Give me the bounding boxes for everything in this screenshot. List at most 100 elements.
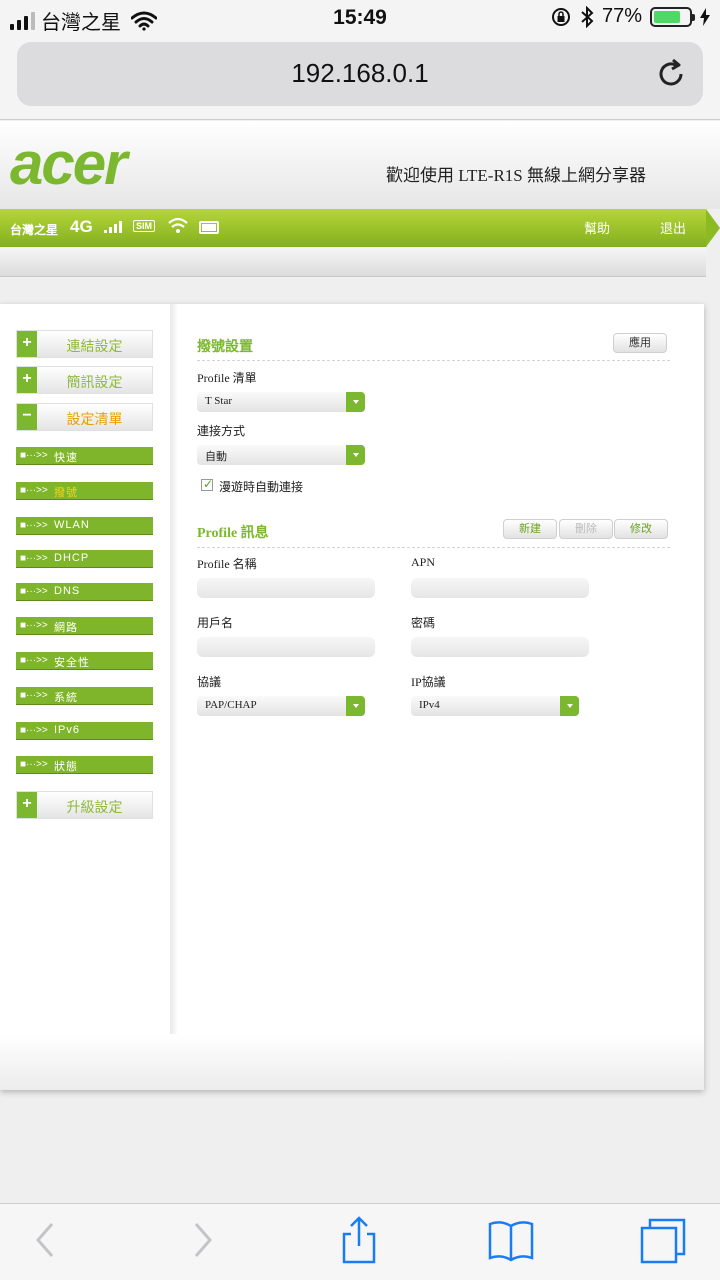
- submenu-arrow: ■···>>: [20, 620, 48, 631]
- profile-list-label: Profile 清單: [197, 371, 257, 385]
- profile-list-select[interactable]: T Star: [197, 392, 365, 412]
- profile-name-input[interactable]: [197, 578, 375, 598]
- submenu-wlan[interactable]: ■···>> WLAN: [16, 517, 153, 535]
- battery-icon: [650, 6, 695, 27]
- profile-name-label: Profile 名稱: [197, 557, 257, 571]
- profile-info-title: Profile 訊息: [197, 526, 269, 541]
- back-icon[interactable]: [32, 1218, 58, 1262]
- submenu-arrow: ■···>>: [20, 450, 48, 461]
- reload-icon[interactable]: [655, 57, 689, 91]
- tabs-icon[interactable]: [638, 1216, 688, 1266]
- submenu-label: DNS: [54, 585, 81, 597]
- submenu-label: 安全性: [54, 657, 90, 669]
- select-value: IPv4: [419, 699, 440, 711]
- expand-icon: +: [17, 792, 37, 818]
- ip-protocol-select[interactable]: IPv4: [411, 696, 579, 716]
- expand-icon: +: [17, 331, 37, 357]
- menu-connection-settings[interactable]: + 連結設定: [16, 330, 153, 358]
- roaming-label: 漫遊時自動連接: [219, 480, 304, 494]
- select-value: T Star: [205, 395, 232, 407]
- bookmarks-icon[interactable]: [486, 1218, 536, 1262]
- status-right: 77%: [550, 5, 710, 28]
- password-input[interactable]: [411, 637, 589, 657]
- apn-label: APN: [411, 555, 436, 569]
- username-label: 用戶名: [197, 616, 234, 630]
- router-header: acer 歡迎使用 LTE-R1S 無線上網分享器: [0, 121, 720, 209]
- protocol-label: 協議: [197, 675, 222, 689]
- select-value: 自動: [205, 451, 227, 463]
- url-text[interactable]: 192.168.0.1: [17, 58, 703, 89]
- submenu-ipv6[interactable]: ■···>> IPv6: [16, 722, 153, 740]
- connect-mode-select[interactable]: 自動: [197, 445, 365, 465]
- submenu-label: 快速: [54, 452, 78, 464]
- submenu-label: IPv6: [54, 724, 81, 736]
- select-value: PAP/CHAP: [205, 699, 257, 711]
- submenu-dial[interactable]: ■···>> 撥號: [16, 482, 153, 500]
- modify-button[interactable]: 修改: [614, 519, 668, 539]
- submenu-dns[interactable]: ■···>> DNS: [16, 583, 153, 601]
- router-battery-icon: [199, 221, 219, 234]
- router-signal-icon: [104, 221, 122, 233]
- green-bar-arrow: [706, 209, 720, 247]
- submenu-quick[interactable]: ■···>> 快速: [16, 447, 153, 465]
- menu-label: 升級設定: [66, 799, 123, 815]
- share-icon[interactable]: [339, 1214, 379, 1266]
- collapse-icon: −: [17, 404, 37, 430]
- protocol-select[interactable]: PAP/CHAP: [197, 696, 365, 716]
- delete-button[interactable]: 刪除: [559, 519, 613, 539]
- menu-label: 設定清單: [66, 411, 123, 427]
- submenu-label: 狀態: [54, 761, 78, 773]
- connect-mode-label: 連接方式: [197, 424, 246, 438]
- submenu-arrow: ■···>>: [20, 553, 48, 564]
- submenu-arrow: ■···>>: [20, 759, 48, 770]
- menu-label: 簡訊設定: [66, 374, 123, 390]
- chevron-down-icon: [346, 696, 365, 716]
- roaming-checkbox[interactable]: [201, 477, 213, 491]
- menu-sms-settings[interactable]: + 簡訊設定: [16, 366, 153, 394]
- router-subheader: [0, 247, 706, 277]
- new-button[interactable]: 新建: [503, 519, 557, 539]
- submenu-label: DHCP: [54, 552, 90, 564]
- rotation-lock-icon: [551, 7, 570, 26]
- submenu-dhcp[interactable]: ■···>> DHCP: [16, 550, 153, 568]
- submenu-network[interactable]: ■···>> 網路: [16, 617, 153, 635]
- charging-bolt-icon: [700, 7, 710, 26]
- chevron-down-icon: [560, 696, 579, 716]
- submenu-arrow: ■···>>: [20, 690, 48, 701]
- submenu-label: WLAN: [54, 519, 90, 531]
- expand-icon: +: [17, 367, 37, 393]
- password-label: 密碼: [411, 616, 436, 630]
- safari-address-area: 192.168.0.1: [0, 38, 720, 120]
- submenu-arrow: ■···>>: [20, 655, 48, 666]
- submenu-security[interactable]: ■···>> 安全性: [16, 652, 153, 670]
- username-input[interactable]: [197, 637, 375, 657]
- menu-upgrade-settings[interactable]: + 升級設定: [16, 791, 153, 819]
- menu-settings-list[interactable]: − 設定清單: [16, 403, 153, 431]
- router-carrier: 台灣之星: [10, 223, 59, 237]
- submenu-label: 網路: [54, 622, 78, 634]
- help-link[interactable]: 幫助: [584, 218, 610, 237]
- submenu-status[interactable]: ■···>> 狀態: [16, 756, 153, 774]
- sidebar-divider: [170, 304, 178, 1044]
- submenu-arrow: ■···>>: [20, 520, 48, 531]
- panel-footer: [0, 1034, 704, 1090]
- router-status-bar: 台灣之星 4G SIM 幫助 退出: [0, 209, 706, 247]
- submenu-system[interactable]: ■···>> 系統: [16, 687, 153, 705]
- chevron-down-icon: [346, 392, 365, 412]
- forward-icon[interactable]: [190, 1218, 216, 1262]
- safari-toolbar: [0, 1203, 720, 1280]
- submenu-arrow: ■···>>: [20, 485, 48, 496]
- main-panel: + 連結設定 + 簡訊設定 − 設定清單 ■···>> 快速 ■···>> 撥號…: [0, 304, 704, 1090]
- divider: [197, 360, 670, 361]
- sim-icon: SIM: [133, 220, 156, 232]
- battery-percent: 77%: [601, 5, 642, 27]
- apn-input[interactable]: [411, 578, 589, 598]
- logout-link[interactable]: 退出: [660, 218, 686, 237]
- submenu-arrow: ■···>>: [20, 725, 48, 736]
- ip-protocol-label: IP協議: [411, 675, 446, 689]
- divider: [197, 547, 670, 548]
- address-bar[interactable]: 192.168.0.1: [17, 42, 703, 106]
- network-type: 4G: [70, 217, 93, 236]
- apply-button[interactable]: 應用: [613, 333, 667, 353]
- acer-logo: acer: [10, 130, 127, 197]
